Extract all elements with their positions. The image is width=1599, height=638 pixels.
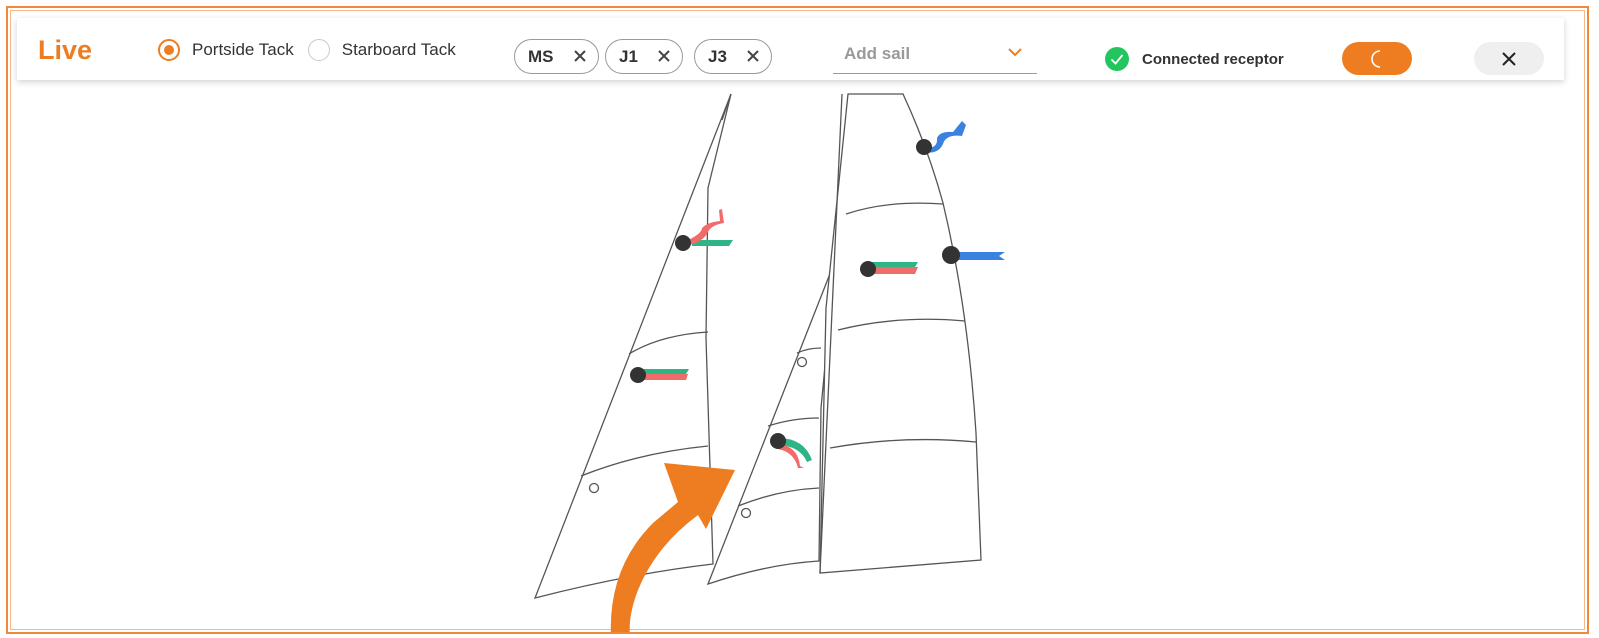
sail-chip-j3[interactable]: J3	[694, 39, 772, 74]
radio-starboard-tack[interactable]	[307, 39, 330, 61]
status-label: Connected receptor	[1142, 50, 1284, 68]
remove-chip-icon[interactable]	[745, 48, 761, 64]
add-sail-placeholder: Add sail	[844, 44, 911, 63]
connection-status: Connected receptor	[1105, 47, 1284, 71]
remove-chip-icon[interactable]	[572, 48, 588, 64]
radio-label-starboard[interactable]: Starboard Tack	[342, 40, 456, 60]
sail-chip-label: MS	[528, 46, 554, 66]
close-icon	[1502, 51, 1516, 66]
sail-chip-j1[interactable]: J1	[605, 39, 683, 74]
sail-chip-label: J1	[619, 46, 638, 66]
sail-chip-label: J3	[708, 46, 727, 66]
remove-chip-icon[interactable]	[656, 48, 672, 64]
tack-selector: Portside Tack Starboard Tack	[158, 39, 470, 61]
top-toolbar: Live Portside Tack Starboard Tack MS J1 …	[17, 18, 1564, 80]
chevron-down-icon	[1008, 48, 1022, 57]
radio-portside-tack[interactable]	[158, 39, 180, 61]
moon-icon	[1371, 49, 1381, 68]
sail-chip-ms[interactable]: MS	[514, 39, 599, 74]
sail-diagram	[533, 93, 1005, 632]
jib-sail	[533, 93, 732, 599]
staysail	[706, 260, 836, 586]
mainsail	[819, 93, 982, 574]
close-button[interactable]	[1474, 42, 1544, 75]
app-frame: Live Portside Tack Starboard Tack MS J1 …	[6, 6, 1589, 634]
check-circle-icon	[1105, 47, 1129, 71]
add-sail-select[interactable]: Add sail	[833, 40, 1037, 74]
radio-label-portside[interactable]: Portside Tack	[192, 40, 294, 60]
page-title: Live	[38, 35, 93, 65]
night-mode-button[interactable]	[1342, 42, 1412, 75]
